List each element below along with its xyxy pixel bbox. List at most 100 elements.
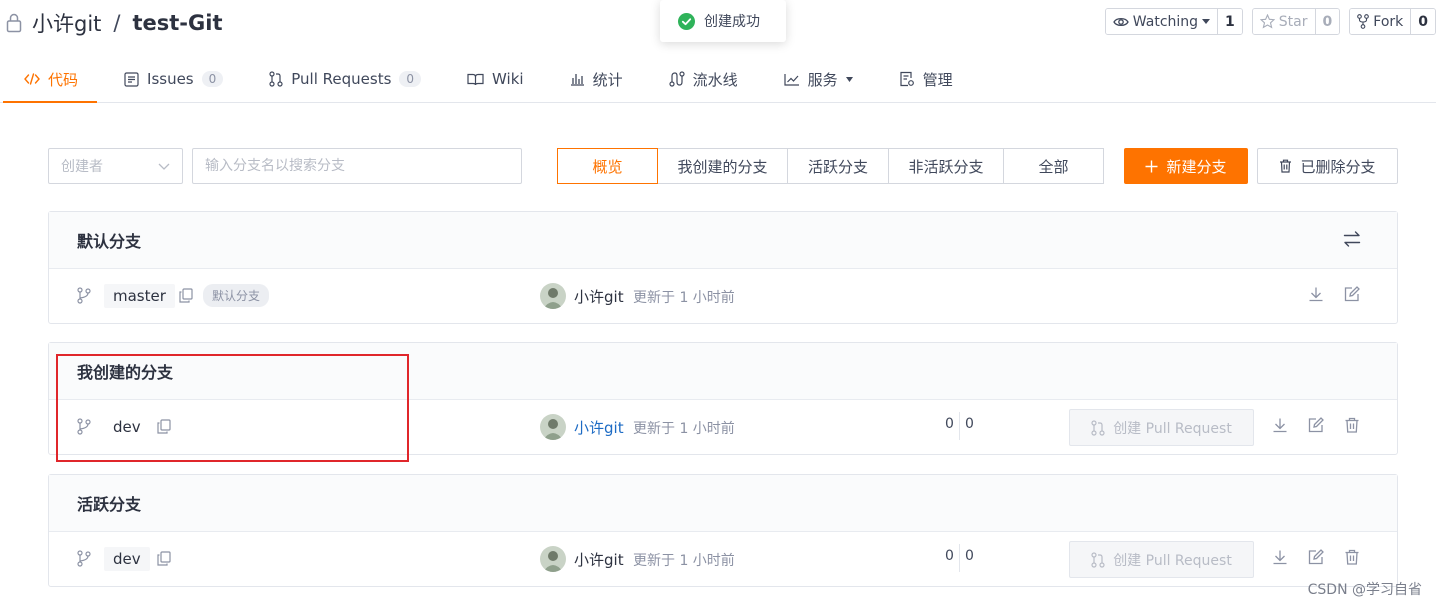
deleted-branches-button[interactable]: 已删除分支 xyxy=(1257,148,1398,184)
section-title: 默认分支 xyxy=(77,232,142,251)
switch-default-branch-icon[interactable] xyxy=(1343,230,1361,248)
avatar[interactable] xyxy=(540,283,566,309)
branch-name-link[interactable]: master xyxy=(104,284,175,308)
branch-search-input[interactable] xyxy=(192,148,522,184)
edit-icon[interactable] xyxy=(1344,286,1360,302)
author-name[interactable]: 小许git xyxy=(574,417,624,438)
segment-inactive-branches[interactable]: 非活跃分支 xyxy=(888,148,1004,184)
branch-icon xyxy=(77,287,91,304)
tab-manage-label: 管理 xyxy=(922,70,953,89)
segment-overview[interactable]: 概览 xyxy=(557,148,658,184)
pipeline-icon xyxy=(668,71,685,87)
tab-pull-requests[interactable]: Pull Requests 0 xyxy=(245,56,443,102)
check-circle-icon xyxy=(678,12,695,30)
fork-icon xyxy=(1357,14,1370,29)
star-count[interactable]: 0 xyxy=(1314,9,1340,34)
create-pull-request-label: 创建 Pull Request xyxy=(1113,420,1232,437)
divider xyxy=(959,412,960,440)
tab-manage[interactable]: 管理 xyxy=(875,56,975,102)
fork-button[interactable]: Fork 0 xyxy=(1349,8,1436,35)
star-button[interactable]: Star 0 xyxy=(1251,8,1341,35)
trash-icon[interactable] xyxy=(1344,549,1360,565)
repo-name-link[interactable]: test-Git xyxy=(132,11,222,35)
fork-button-main[interactable]: Fork xyxy=(1350,9,1411,34)
branch-row: dev 小许git 更新于 1 小时前 0 0 创建 Pull Request xyxy=(49,532,1397,586)
repo-path-separator: / xyxy=(113,11,121,35)
bar-chart-icon xyxy=(570,74,584,86)
pull-request-icon xyxy=(269,71,283,87)
tab-issues-label: Issues xyxy=(147,70,194,88)
divider xyxy=(959,544,960,572)
star-label: Star xyxy=(1278,13,1308,30)
default-branch-tag: 默认分支 xyxy=(203,284,270,307)
book-icon xyxy=(467,73,484,85)
tab-services[interactable]: 服务 xyxy=(760,56,875,102)
watch-button-main[interactable]: Watching xyxy=(1105,9,1218,34)
edit-icon[interactable] xyxy=(1308,417,1324,433)
segment-all[interactable]: 全部 xyxy=(1003,148,1104,184)
author-name[interactable]: 小许git xyxy=(574,286,624,307)
repo-tabs: 代码 Issues 0 Pull Requests 0 Wiki 统计 流水线 … xyxy=(0,56,1436,103)
section-header: 默认分支 xyxy=(49,212,1397,269)
create-pull-request-button[interactable]: 创建 Pull Request xyxy=(1069,541,1254,578)
tab-code-label: 代码 xyxy=(48,70,79,89)
issues-icon xyxy=(124,71,139,87)
author-name[interactable]: 小许git xyxy=(574,549,624,570)
tab-pipeline-label: 流水线 xyxy=(692,70,738,89)
caret-down-icon xyxy=(1202,19,1211,24)
caret-down-icon xyxy=(845,76,853,82)
watch-count[interactable]: 1 xyxy=(1217,9,1242,34)
trash-icon[interactable] xyxy=(1344,417,1360,433)
branch-name-link[interactable]: dev xyxy=(104,547,150,571)
watch-button[interactable]: Watching 1 xyxy=(1104,8,1243,35)
toast-message: 创建成功 xyxy=(704,14,760,30)
commits-behind: 0 xyxy=(965,416,974,432)
new-branch-label: 新建分支 xyxy=(1166,157,1227,176)
eye-icon xyxy=(1113,17,1129,26)
create-pull-request-button[interactable]: 创建 Pull Request xyxy=(1069,409,1254,446)
tab-stats[interactable]: 统计 xyxy=(546,56,645,102)
tab-issues[interactable]: Issues 0 xyxy=(100,56,245,102)
commits-ahead: 0 xyxy=(945,548,954,564)
tab-pull-requests-label: Pull Requests xyxy=(291,70,392,88)
branch-view-segments: 概览 我创建的分支 活跃分支 非活跃分支 全部 xyxy=(557,148,1104,184)
watermark: CSDN @学习自省 xyxy=(1307,582,1422,598)
tab-wiki-label: Wiki xyxy=(492,70,524,88)
download-icon[interactable] xyxy=(1272,417,1288,433)
avatar[interactable] xyxy=(540,546,566,572)
segment-my-branches[interactable]: 我创建的分支 xyxy=(657,148,788,184)
section-header: 活跃分支 xyxy=(49,475,1397,532)
tab-pipeline[interactable]: 流水线 xyxy=(645,56,760,102)
tab-stats-label: 统计 xyxy=(592,70,623,89)
pull-requests-count-badge: 0 xyxy=(399,71,422,87)
creator-select[interactable]: 创建者 xyxy=(48,148,183,184)
trash-icon xyxy=(1280,159,1292,173)
avatar[interactable] xyxy=(540,414,566,440)
segment-active-branches[interactable]: 活跃分支 xyxy=(787,148,889,184)
star-icon xyxy=(1259,14,1275,29)
fork-label: Fork xyxy=(1373,13,1404,30)
commits-behind: 0 xyxy=(965,548,974,564)
section-title: 活跃分支 xyxy=(77,495,142,514)
tab-code[interactable]: 代码 xyxy=(0,56,100,103)
new-branch-button[interactable]: 新建分支 xyxy=(1124,148,1248,184)
copy-icon[interactable] xyxy=(157,551,171,566)
fork-count[interactable]: 0 xyxy=(1410,9,1435,34)
default-branch-card: 默认分支 master 默认分支 小许git 更新于 1 小时前 xyxy=(48,211,1398,324)
download-icon[interactable] xyxy=(1308,286,1324,302)
repo-title: 小许git / test-Git xyxy=(6,8,223,38)
plus-icon xyxy=(1145,160,1158,172)
branch-filters: 创建者 概览 我创建的分支 活跃分支 非活跃分支 全部 新建分支 已删除分支 xyxy=(48,148,1398,184)
download-icon[interactable] xyxy=(1272,549,1288,565)
deleted-branches-label: 已删除分支 xyxy=(1300,157,1376,176)
trend-chart-icon xyxy=(784,73,799,86)
edit-icon[interactable] xyxy=(1308,549,1324,565)
pull-request-icon xyxy=(1091,551,1105,568)
star-button-main[interactable]: Star xyxy=(1252,9,1315,34)
updated-time: 更新于 1 小时前 xyxy=(633,421,735,437)
tab-wiki[interactable]: Wiki xyxy=(443,56,546,102)
repo-owner-link[interactable]: 小许git xyxy=(32,8,101,38)
branch-icon xyxy=(77,550,91,567)
updated-time: 更新于 1 小时前 xyxy=(633,553,735,569)
copy-icon[interactable] xyxy=(179,288,193,303)
